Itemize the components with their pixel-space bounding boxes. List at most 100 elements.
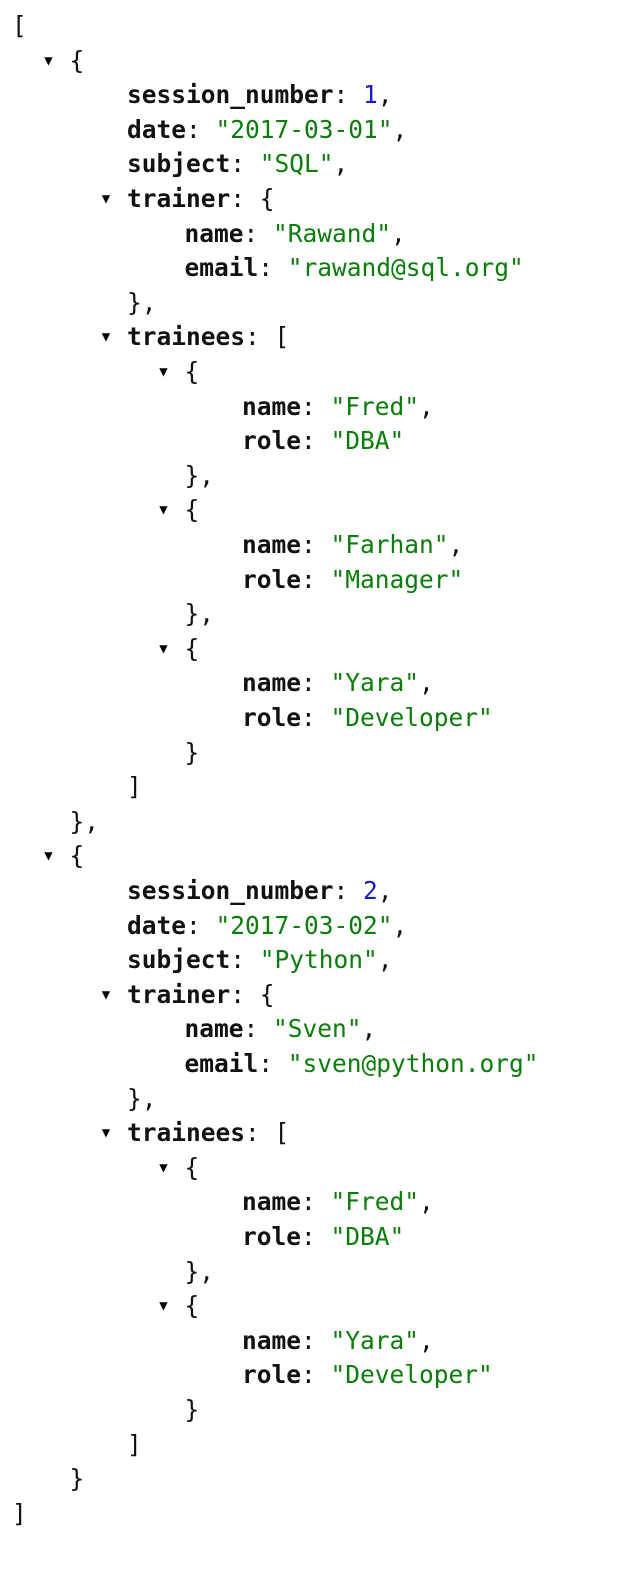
json-line: role: "Developer" bbox=[242, 700, 493, 736]
trainee-toggle-icon[interactable]: ▼ bbox=[155, 354, 173, 390]
json-line: }, bbox=[185, 458, 215, 494]
colon: : bbox=[301, 426, 331, 456]
subject-value: "Python" bbox=[259, 945, 378, 975]
open-brace: { bbox=[259, 979, 275, 1009]
trainee-name-key: name bbox=[242, 1187, 302, 1217]
json-line: ▼{ bbox=[159, 354, 200, 390]
open-brace: { bbox=[184, 357, 200, 386]
trainer-name-key: name bbox=[184, 218, 244, 248]
open-brace: { bbox=[184, 1152, 200, 1182]
trainee-toggle-icon[interactable]: ▼ bbox=[155, 1150, 173, 1186]
comma: , bbox=[333, 149, 349, 179]
session-toggle-icon[interactable]: ▼ bbox=[40, 43, 58, 79]
open-bracket: [ bbox=[274, 322, 290, 352]
json-line: role: "DBA" bbox=[242, 1219, 404, 1255]
colon: : bbox=[301, 1360, 331, 1390]
open-brace: { bbox=[184, 495, 200, 525]
open-brace: { bbox=[69, 45, 85, 75]
json-line: ] bbox=[127, 1427, 142, 1463]
colon: : bbox=[243, 218, 274, 248]
colon: : bbox=[230, 979, 260, 1009]
trainee-name-value: "Yara" bbox=[330, 1325, 420, 1355]
trainees-toggle-icon[interactable]: ▼ bbox=[97, 319, 115, 355]
date-key: date bbox=[127, 114, 187, 144]
json-line: name: "Rawand", bbox=[185, 216, 406, 252]
json-line: role: "Developer" bbox=[242, 1357, 493, 1393]
json-line: ▼ trainees: [ bbox=[102, 1115, 290, 1151]
date-key: date bbox=[127, 910, 187, 940]
json-line: ▼ trainer: { bbox=[102, 181, 275, 217]
colon: : bbox=[258, 253, 288, 283]
trainer-toggle-icon[interactable]: ▼ bbox=[97, 977, 115, 1013]
json-line: ] bbox=[127, 769, 142, 805]
trainee-toggle-icon[interactable]: ▼ bbox=[155, 492, 173, 528]
close-brace: } bbox=[184, 1395, 200, 1424]
trainee-toggle-icon[interactable]: ▼ bbox=[155, 631, 173, 667]
json-line: name: "Fred", bbox=[242, 389, 434, 425]
json-line: date: "2017-03-01", bbox=[127, 112, 407, 148]
json-line: } bbox=[185, 735, 200, 771]
trainees-key: trainees bbox=[127, 322, 246, 352]
trainee-toggle-icon[interactable]: ▼ bbox=[155, 1288, 173, 1324]
close-bracket: ] bbox=[12, 1498, 27, 1528]
trainer-name-value: "Rawand" bbox=[273, 218, 392, 248]
open-brace: { bbox=[69, 841, 85, 871]
trainee-name-value: "Yara" bbox=[330, 668, 420, 698]
json-line: } bbox=[70, 1461, 85, 1497]
trainee-name-key: name bbox=[242, 530, 302, 559]
comma: , bbox=[361, 1014, 377, 1044]
trainee-role-key: role bbox=[242, 1222, 302, 1251]
colon: : bbox=[245, 1118, 275, 1148]
trainer-email-key: email bbox=[184, 253, 259, 283]
json-line: ▼ trainer: { bbox=[102, 977, 275, 1013]
comma: , bbox=[419, 668, 434, 698]
trainee-role-value: "Developer" bbox=[330, 703, 493, 732]
trainee-name-value: "Fred" bbox=[330, 391, 420, 421]
json-line: ▼{ bbox=[159, 1150, 200, 1186]
trainee-role-key: role bbox=[242, 564, 302, 594]
trainee-role-value: "Manager" bbox=[330, 564, 464, 594]
colon: : bbox=[333, 876, 364, 905]
session-number-value: 2 bbox=[363, 876, 378, 905]
trainee-name-key: name bbox=[242, 668, 302, 698]
trainer-email-value: "sven@python.org" bbox=[287, 1049, 539, 1078]
colon: : bbox=[333, 80, 364, 110]
colon: : bbox=[301, 1222, 331, 1251]
trainer-email-key: email bbox=[184, 1049, 259, 1078]
json-line: }, bbox=[127, 1081, 157, 1117]
trainees-key: trainees bbox=[127, 1118, 246, 1148]
open-bracket: [ bbox=[274, 1118, 290, 1148]
close-brace: }, bbox=[69, 806, 100, 836]
json-line: [ bbox=[12, 8, 27, 44]
colon: : bbox=[301, 564, 331, 594]
trainer-name-value: "Sven" bbox=[273, 1014, 362, 1044]
date-value: "2017-03-01" bbox=[215, 114, 393, 144]
json-line: name: "Sven", bbox=[185, 1011, 377, 1047]
session-number-value: 1 bbox=[363, 80, 378, 110]
trainer-toggle-icon[interactable]: ▼ bbox=[97, 181, 115, 217]
json-line: ▼{ bbox=[159, 1288, 199, 1324]
json-line: role: "Manager" bbox=[242, 562, 463, 598]
trainer-key: trainer bbox=[127, 979, 231, 1009]
session-toggle-icon[interactable]: ▼ bbox=[40, 838, 58, 874]
close-brace: }, bbox=[184, 599, 215, 629]
colon: : bbox=[301, 391, 331, 421]
trainer-name-key: name bbox=[184, 1014, 244, 1044]
session-number-key: session_number bbox=[127, 80, 334, 110]
trainees-toggle-icon[interactable]: ▼ bbox=[97, 1115, 115, 1151]
close-brace: }, bbox=[127, 287, 157, 317]
json-line: session_number: 1, bbox=[127, 77, 393, 113]
json-line: name: "Farhan", bbox=[242, 527, 463, 563]
json-line: subject: "Python", bbox=[127, 942, 393, 978]
json-line: ] bbox=[12, 1496, 27, 1532]
json-line: }, bbox=[127, 285, 157, 321]
colon: : bbox=[230, 945, 260, 975]
colon: : bbox=[258, 1049, 288, 1078]
close-brace: }, bbox=[184, 460, 215, 490]
json-line: name: "Fred", bbox=[242, 1184, 434, 1220]
comma: , bbox=[377, 80, 393, 110]
open-bracket: [ bbox=[12, 11, 27, 40]
json-line: ▼ trainees: [ bbox=[102, 319, 290, 355]
colon: : bbox=[301, 530, 331, 559]
json-line: }, bbox=[185, 596, 215, 632]
